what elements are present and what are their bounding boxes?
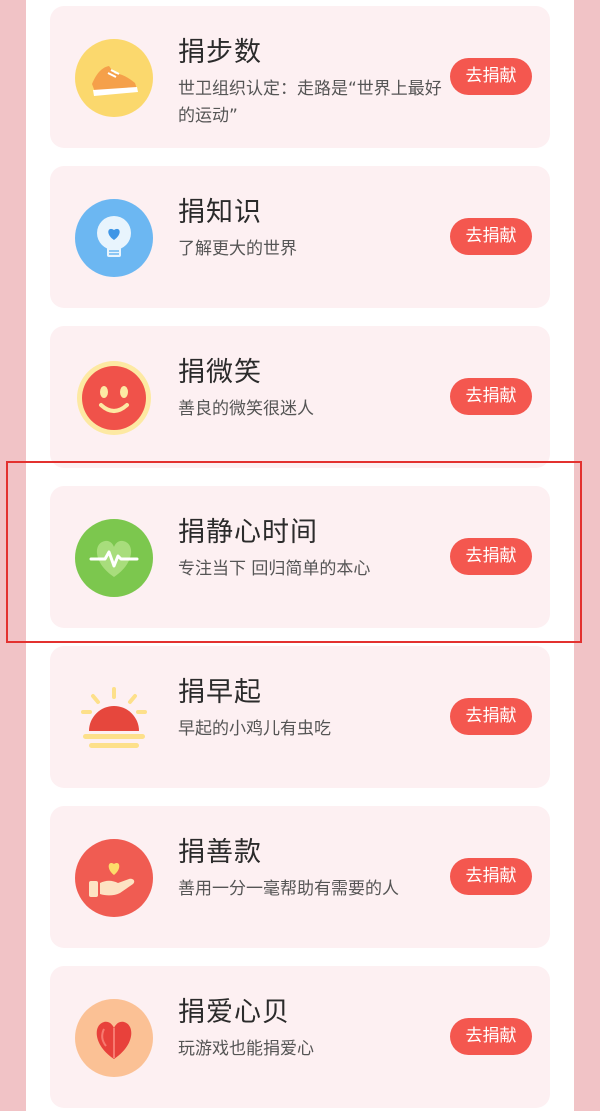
- selection-highlight-box: [6, 461, 582, 643]
- hand-heart-icon: [75, 839, 153, 917]
- card-title: 捐知识: [178, 197, 262, 228]
- heart-shell-icon: [75, 999, 153, 1077]
- donate-button[interactable]: 去捐献: [450, 1018, 532, 1055]
- card-title: 捐早起: [178, 677, 262, 708]
- card-title: 捐善款: [178, 837, 262, 868]
- donation-card-early-rise[interactable]: 捐早起 早起的小鸡儿有虫吃 去捐献: [50, 646, 550, 788]
- smiley-icon: [75, 359, 153, 437]
- card-description: 世卫组织认定：走路是“世界上最好的运动”: [178, 79, 442, 126]
- sunrise-icon: [75, 679, 153, 757]
- card-title: 捐步数: [178, 37, 262, 68]
- card-description: 了解更大的世界: [178, 239, 297, 259]
- card-description: 善用一分一毫帮助有需要的人: [178, 879, 399, 899]
- card-description: 善良的微笑很迷人: [178, 399, 314, 419]
- card-description: 早起的小鸡儿有虫吃: [178, 719, 331, 739]
- sneaker-icon: [75, 39, 153, 117]
- donation-card-knowledge[interactable]: 捐知识 了解更大的世界 去捐献: [50, 166, 550, 308]
- card-title: 捐爱心贝: [178, 997, 290, 1028]
- donation-card-smile[interactable]: 捐微笑 善良的微笑很迷人 去捐献: [50, 326, 550, 468]
- lightbulb-heart-icon: [75, 199, 153, 277]
- donation-card-money[interactable]: 捐善款 善用一分一毫帮助有需要的人 去捐献: [50, 806, 550, 948]
- donate-button[interactable]: 去捐献: [450, 378, 532, 415]
- donate-button[interactable]: 去捐献: [450, 858, 532, 895]
- donate-button[interactable]: 去捐献: [450, 58, 532, 95]
- donate-button[interactable]: 去捐献: [450, 218, 532, 255]
- donation-card-love-shells[interactable]: 捐爱心贝 玩游戏也能捐爱心 去捐献: [50, 966, 550, 1108]
- card-description: 玩游戏也能捐爱心: [178, 1039, 314, 1059]
- donate-button[interactable]: 去捐献: [450, 698, 532, 735]
- card-title: 捐微笑: [178, 357, 262, 388]
- donation-card-steps[interactable]: 捐步数 世卫组织认定：走路是“世界上最好的运动” 去捐献: [50, 6, 550, 148]
